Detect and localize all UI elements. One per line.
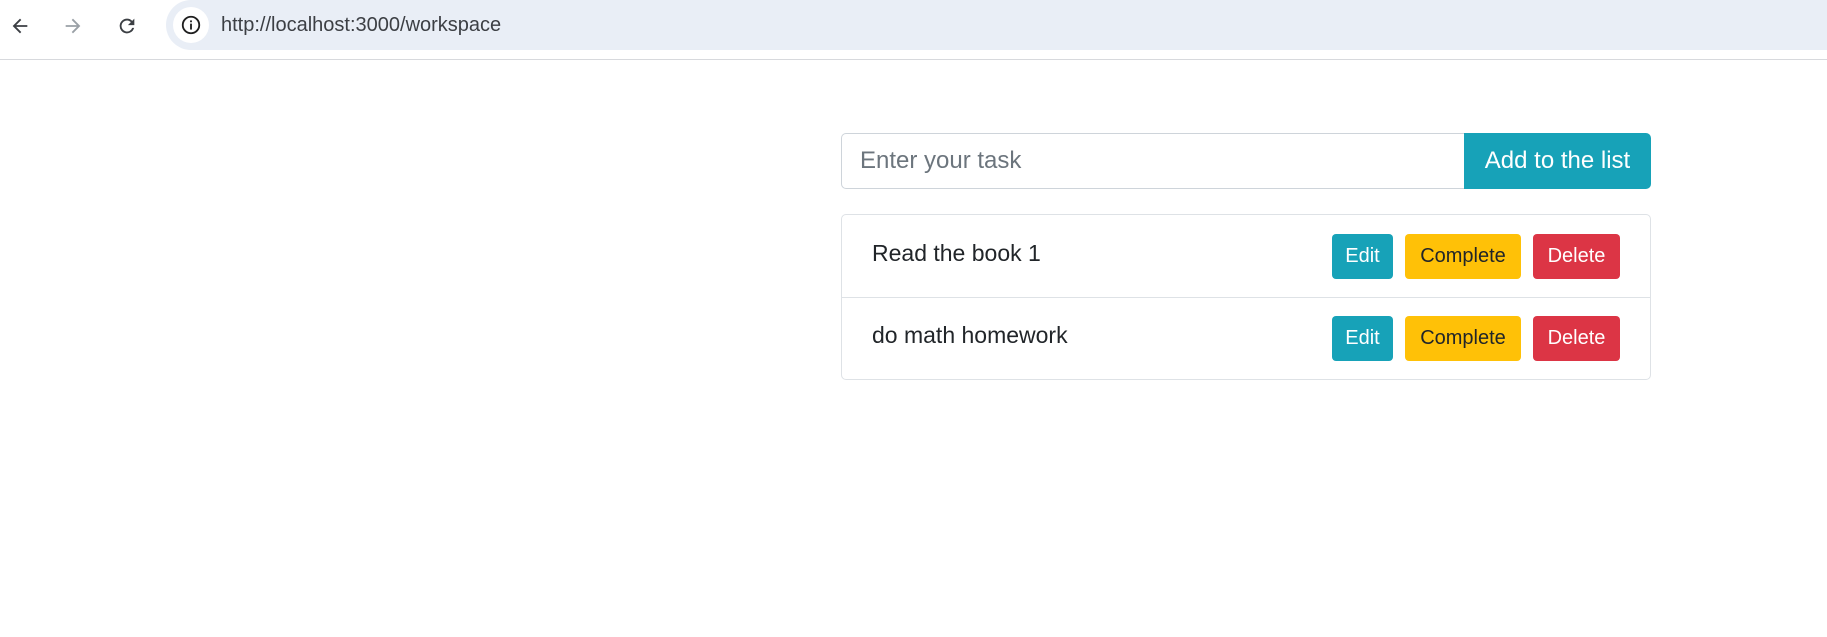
site-info-button[interactable] <box>173 7 209 43</box>
complete-button[interactable]: Complete <box>1405 233 1521 279</box>
task-text: do math homework <box>872 322 1068 348</box>
arrow-left-icon <box>12 18 28 34</box>
forward-button[interactable] <box>56 9 90 43</box>
task-list: Read the book 1 Edit Complete Delete do … <box>841 214 1651 380</box>
reload-icon <box>119 18 135 34</box>
browser-toolbar: http://localhost:3000/workspace <box>0 0 1827 60</box>
delete-button[interactable]: Delete <box>1533 233 1620 279</box>
url-text[interactable]: http://localhost:3000/workspace <box>221 0 501 50</box>
add-task-form: Add to the list <box>841 133 1651 189</box>
arrow-right-icon <box>65 18 81 34</box>
add-to-list-button[interactable]: Add to the list <box>1464 133 1651 189</box>
todo-container: Add to the list Read the book 1 Edit Com… <box>841 133 1651 380</box>
task-actions: Edit Complete Delete <box>1332 233 1620 279</box>
edit-button[interactable]: Edit <box>1332 316 1393 361</box>
delete-button[interactable]: Delete <box>1533 316 1620 361</box>
task-text: Read the book 1 <box>872 239 1041 266</box>
reload-button[interactable] <box>110 9 144 43</box>
info-icon <box>181 15 201 35</box>
back-button[interactable] <box>3 9 37 43</box>
address-bar[interactable]: http://localhost:3000/workspace <box>166 0 1827 50</box>
list-item: Read the book 1 Edit Complete Delete <box>842 215 1650 297</box>
complete-button[interactable]: Complete <box>1405 316 1521 361</box>
edit-button[interactable]: Edit <box>1332 233 1393 279</box>
list-item: do math homework Edit Complete Delete <box>842 297 1650 379</box>
task-actions: Edit Complete Delete <box>1332 316 1620 361</box>
task-input[interactable] <box>841 133 1464 189</box>
